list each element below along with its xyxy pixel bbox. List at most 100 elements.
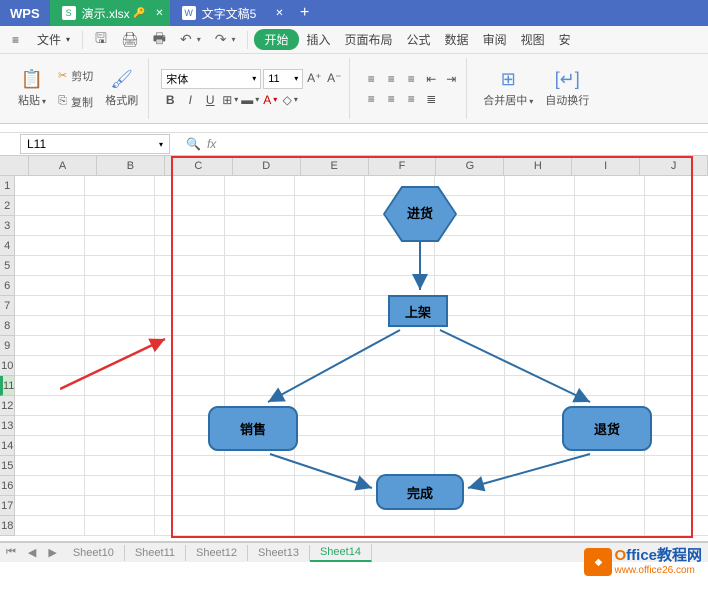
align-bottom-icon[interactable]: ≡ xyxy=(402,70,420,88)
col-header[interactable]: D xyxy=(233,156,301,175)
document-tab-2[interactable]: W 文字文稿5 ✕ xyxy=(170,0,290,26)
fx-label[interactable]: fx xyxy=(207,137,216,151)
tab-label: 演示.xlsx xyxy=(82,5,130,22)
tab-start[interactable]: 开始 xyxy=(254,29,298,50)
row-header[interactable]: 1 xyxy=(0,176,15,196)
row-header[interactable]: 16 xyxy=(0,476,15,496)
decrease-font-icon[interactable]: A⁻ xyxy=(325,69,343,87)
flow-node-done[interactable]: 完成 xyxy=(376,474,464,510)
close-icon[interactable]: ✕ xyxy=(275,8,283,19)
col-header[interactable]: F xyxy=(369,156,437,175)
redo-icon[interactable]: ↷▾ xyxy=(209,28,242,51)
col-header[interactable]: I xyxy=(572,156,640,175)
undo-icon[interactable]: ↶▾ xyxy=(174,28,207,51)
row-header[interactable]: 9 xyxy=(0,336,15,356)
select-all-corner[interactable] xyxy=(0,156,29,175)
increase-font-icon[interactable]: A⁺ xyxy=(305,69,323,87)
col-header[interactable]: B xyxy=(97,156,165,175)
sheet-tab[interactable]: Sheet12 xyxy=(186,545,248,561)
highlight-button[interactable]: ◇▾ xyxy=(281,91,299,109)
tab-insert[interactable]: 插入 xyxy=(301,28,337,51)
spreadsheet-icon: S xyxy=(62,6,76,20)
node-label: 进货 xyxy=(405,206,435,222)
sheet-nav-next-icon[interactable]: ▶ xyxy=(42,546,62,559)
tab-view[interactable]: 视图 xyxy=(515,28,551,51)
row-header[interactable]: 8 xyxy=(0,316,15,336)
row-header[interactable]: 6 xyxy=(0,276,15,296)
row-header[interactable]: 5 xyxy=(0,256,15,276)
node-label: 退货 xyxy=(594,419,620,438)
justify-icon[interactable]: ≣ xyxy=(422,90,440,108)
close-icon[interactable]: ✕ xyxy=(155,8,163,19)
sheet-tab[interactable]: Sheet11 xyxy=(125,545,186,561)
col-header[interactable]: J xyxy=(640,156,708,175)
italic-button[interactable]: I xyxy=(181,91,199,109)
tab-label: 文字文稿5 xyxy=(202,5,257,22)
font-size-select[interactable]: 11▾ xyxy=(263,69,303,89)
sheet-nav-first-icon[interactable]: ⏮ xyxy=(0,546,22,559)
tab-layout[interactable]: 页面布局 xyxy=(339,28,399,51)
col-header[interactable]: G xyxy=(436,156,504,175)
indent-right-icon[interactable]: ⇥ xyxy=(442,70,460,88)
paste-button[interactable]: 📋 粘贴▾ xyxy=(14,65,50,112)
row-header[interactable]: 18 xyxy=(0,516,15,536)
row-header[interactable]: 2 xyxy=(0,196,15,216)
col-header[interactable]: H xyxy=(504,156,572,175)
row-header[interactable]: 4 xyxy=(0,236,15,256)
save-icon[interactable]: 🖫 xyxy=(89,25,113,55)
tab-formula[interactable]: 公式 xyxy=(401,28,437,51)
cells-area[interactable] xyxy=(15,176,708,536)
row-header[interactable]: 3 xyxy=(0,216,15,236)
row-header[interactable]: 12 xyxy=(0,396,15,416)
border-button[interactable]: ⊞▾ xyxy=(221,91,239,109)
align-top-icon[interactable]: ≡ xyxy=(362,70,380,88)
name-box[interactable]: L11▾ xyxy=(20,134,170,154)
sheet-tab[interactable]: Sheet13 xyxy=(248,545,310,561)
underline-button[interactable]: U xyxy=(201,91,219,109)
flow-node-rect[interactable]: 上架 xyxy=(388,295,448,327)
row-header[interactable]: 15 xyxy=(0,456,15,476)
file-menu[interactable]: 文件▾ xyxy=(31,28,76,51)
row-header[interactable]: 13 xyxy=(0,416,15,436)
align-center-icon[interactable]: ≡ xyxy=(382,90,400,108)
fill-color-button[interactable]: ▬▾ xyxy=(241,91,259,109)
col-header[interactable]: E xyxy=(301,156,369,175)
tab-more[interactable]: 安 xyxy=(553,28,577,51)
new-tab-button[interactable]: + xyxy=(290,0,320,26)
row-header[interactable]: 14 xyxy=(0,436,15,456)
flow-node-sale[interactable]: 销售 xyxy=(208,406,298,451)
flow-node-return[interactable]: 退货 xyxy=(562,406,652,451)
indent-left-icon[interactable]: ⇤ xyxy=(422,70,440,88)
format-painter-button[interactable]: 🖌 格式刷 xyxy=(101,65,142,112)
sheet-nav-prev-icon[interactable]: ◀ xyxy=(22,546,42,559)
bold-button[interactable]: B xyxy=(161,91,179,109)
sheet-tab[interactable]: Sheet10 xyxy=(63,545,125,561)
col-header[interactable]: C xyxy=(165,156,233,175)
tab-data[interactable]: 数据 xyxy=(439,28,475,51)
cut-button[interactable]: ✂剪切 xyxy=(54,64,97,88)
align-middle-icon[interactable]: ≡ xyxy=(382,70,400,88)
row-header[interactable]: 11 xyxy=(0,376,15,396)
menubar: ≡ 文件▾ 🖫 🖨 🖶 ↶▾ ↷▾ 开始 插入 页面布局 公式 数据 审阅 视图… xyxy=(0,26,708,54)
font-color-button[interactable]: A▾ xyxy=(261,91,279,109)
paste-icon: 📋 xyxy=(21,69,43,90)
export-icon[interactable]: 🖨 xyxy=(115,28,145,51)
row-header[interactable]: 17 xyxy=(0,496,15,516)
row-header[interactable]: 10 xyxy=(0,356,15,376)
align-left-icon[interactable]: ≡ xyxy=(362,90,380,108)
tab-review[interactable]: 审阅 xyxy=(477,28,513,51)
copy-button[interactable]: ⎘复制 xyxy=(54,90,97,114)
font-select[interactable]: 宋体▾ xyxy=(161,69,261,89)
align-right-icon[interactable]: ≡ xyxy=(402,90,420,108)
document-tab-1[interactable]: S 演示.xlsx 🔑 ✕ xyxy=(50,0,170,26)
sheet-tab-active[interactable]: Sheet14 xyxy=(310,544,372,562)
merge-center-button[interactable]: ⊞ 合并居中▾ xyxy=(479,65,537,112)
hamburger-icon[interactable]: ≡ xyxy=(6,30,25,50)
flow-node-hex[interactable]: 进货 xyxy=(385,188,455,240)
col-header[interactable]: A xyxy=(29,156,97,175)
search-icon[interactable]: 🔍 xyxy=(186,137,201,151)
auto-wrap-button[interactable]: [↵] 自动换行 xyxy=(541,65,593,112)
print-icon[interactable]: 🖶 xyxy=(147,25,172,55)
spreadsheet-grid[interactable]: A B C D E F G H I J 1 2 3 4 5 6 7 8 9 10 xyxy=(0,156,708,542)
row-header[interactable]: 7 xyxy=(0,296,15,316)
